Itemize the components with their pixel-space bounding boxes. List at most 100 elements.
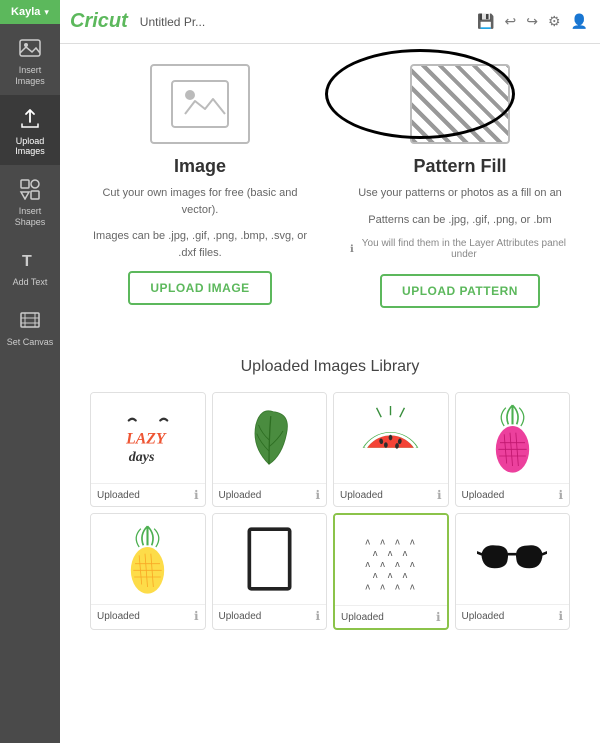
upload-pattern-card: Pattern Fill Use your patterns or photos… [350,64,570,308]
library-item[interactable]: Uploaded ℹ [455,392,571,507]
sidebar-label-upload-images: UploadImages [15,136,45,158]
sidebar-label-add-text: Add Text [13,277,48,288]
library-grid: LAZY days Uploaded ℹ [90,392,570,630]
upload-image-formats: Images can be .jpg, .gif, .png, .bmp, .s… [90,228,310,261]
library-item-label: Uploaded [341,612,384,623]
user-account-icon[interactable]: 👤 [569,11,590,32]
library-item[interactable]: LAZY days Uploaded ℹ [90,392,206,507]
svg-text:days: days [129,450,155,465]
library-item-footer: Uploaded ℹ [456,604,570,627]
sidebar-item-set-canvas[interactable]: Set Canvas [0,296,60,356]
upload-pattern-desc: Use your patterns or photos as a fill on… [358,185,562,202]
upload-pattern-note: ℹ You will find them in the Layer Attrib… [350,238,570,260]
svg-text:ʌ: ʌ [410,581,415,591]
library-item-label: Uploaded [97,490,140,501]
sidebar-item-add-text[interactable]: T Add Text [0,236,60,296]
svg-text:ʌ: ʌ [410,536,415,546]
library-item-footer: Uploaded ℹ [91,604,205,627]
library-item-label: Uploaded [219,611,262,622]
image-placeholder-icon [150,64,250,144]
library-item-image [334,393,448,483]
library-item-info-icon[interactable]: ℹ [558,488,563,502]
main-content: Cricut Untitled Pr... 💾 ↩ ↪ ⚙ 👤 [60,0,600,743]
library-item-info-icon[interactable]: ℹ [315,488,320,502]
sidebar-user[interactable]: Kayla ▾ [0,0,60,24]
svg-text:LAZY: LAZY [125,430,167,447]
svg-text:ʌ: ʌ [373,547,378,557]
svg-text:ʌ: ʌ [403,547,408,557]
library-item-footer: Uploaded ℹ [213,483,327,506]
sidebar-item-insert-images[interactable]: InsertImages [0,24,60,95]
library-item-image [213,514,327,604]
svg-text:ʌ: ʌ [366,559,371,569]
library-item-label: Uploaded [219,490,262,501]
upload-image-button[interactable]: UPLOAD IMAGE [128,271,271,305]
library-item-label: Uploaded [340,490,383,501]
svg-text:ʌ: ʌ [410,559,415,569]
sidebar-item-upload-images[interactable]: UploadImages [0,95,60,166]
sidebar: Kayla ▾ InsertImages UploadImages [0,0,60,743]
sidebar-item-insert-shapes[interactable]: InsertShapes [0,165,60,236]
add-text-icon: T [16,246,44,274]
sidebar-chevron-icon: ▾ [44,7,49,18]
library-item-label: Uploaded [462,611,505,622]
insert-images-icon [16,34,44,62]
svg-text:ʌ: ʌ [395,559,400,569]
cricut-logo: Cricut [70,10,128,33]
library-item-image [213,393,327,483]
library-item-info-icon[interactable]: ℹ [436,610,441,624]
settings-icon[interactable]: ⚙ [546,11,563,32]
upload-pattern-formats: Patterns can be .jpg, .gif, .png, or .bm [368,212,551,229]
library-item-footer: Uploaded ℹ [335,605,447,628]
library-item[interactable]: Uploaded ℹ [212,392,328,507]
svg-text:ʌ: ʌ [388,547,393,557]
topbar-logo: Cricut [70,10,128,33]
library-item-image [91,514,205,604]
svg-text:ʌ: ʌ [403,570,408,580]
library-item-info-icon[interactable]: ℹ [437,488,442,502]
svg-text:ʌ: ʌ [381,536,386,546]
library-item-image [456,393,570,483]
redo-icon[interactable]: ↪ [524,11,540,32]
set-canvas-icon [16,306,44,334]
library-item-info-icon[interactable]: ℹ [194,609,199,623]
content-area: Image Cut your own images for free (basi… [60,44,600,743]
svg-text:ʌ: ʌ [388,570,393,580]
upload-image-card: Image Cut your own images for free (basi… [90,64,310,308]
save-icon[interactable]: 💾 [475,11,496,32]
library-item-image: ʌ ʌ ʌ ʌ ʌ ʌ ʌ ʌ ʌ ʌ ʌ ʌ ʌ ʌ [335,515,447,605]
library-item-info-icon[interactable]: ℹ [194,488,199,502]
svg-text:ʌ: ʌ [366,536,371,546]
topbar: Cricut Untitled Pr... 💾 ↩ ↪ ⚙ 👤 [60,0,600,44]
library-item-footer: Uploaded ℹ [91,483,205,506]
library-item[interactable]: Uploaded ℹ [455,513,571,630]
upload-image-desc: Cut your own images for free (basic and … [90,185,310,218]
library-item[interactable]: Uploaded ℹ [90,513,206,630]
svg-text:ʌ: ʌ [381,559,386,569]
upload-image-title: Image [174,156,226,177]
library-item-footer: Uploaded ℹ [213,604,327,627]
library-item[interactable]: ʌ ʌ ʌ ʌ ʌ ʌ ʌ ʌ ʌ ʌ ʌ ʌ ʌ ʌ [333,513,449,630]
info-circle-icon: ℹ [350,244,354,255]
library-item-label: Uploaded [97,611,140,622]
svg-text:ʌ: ʌ [366,581,371,591]
svg-text:ʌ: ʌ [381,581,386,591]
upload-pattern-title: Pattern Fill [413,156,506,177]
upload-pattern-button[interactable]: UPLOAD PATTERN [380,274,540,308]
library-item[interactable]: Uploaded ℹ [333,392,449,507]
svg-text:ʌ: ʌ [395,581,400,591]
library-title: Uploaded Images Library [90,358,570,376]
insert-shapes-icon [16,175,44,203]
undo-icon[interactable]: ↩ [503,11,519,32]
library-item-info-icon[interactable]: ℹ [558,609,563,623]
library-item-image: LAZY days [91,393,205,483]
library-item-footer: Uploaded ℹ [334,483,448,506]
svg-text:ʌ: ʌ [395,536,400,546]
library-item-info-icon[interactable]: ℹ [315,609,320,623]
library-item[interactable]: Uploaded ℹ [212,513,328,630]
sidebar-label-insert-images: InsertImages [15,65,45,87]
upload-images-icon [16,105,44,133]
sidebar-label-set-canvas: Set Canvas [7,337,54,348]
svg-text:ʌ: ʌ [373,570,378,580]
library-item-label: Uploaded [462,490,505,501]
